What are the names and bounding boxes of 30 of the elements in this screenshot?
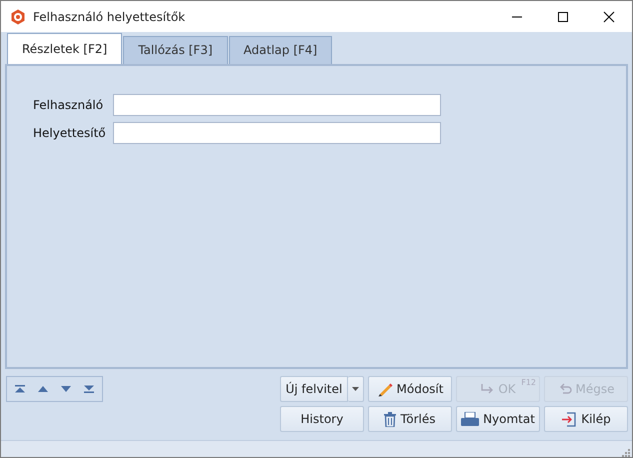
field-label: Helyettesítő (33, 125, 107, 142)
resize-grip-icon[interactable] (620, 449, 630, 457)
dropdown-button[interactable] (348, 376, 364, 402)
new-record-button[interactable]: Új felvitel (280, 376, 348, 402)
next-icon[interactable] (60, 384, 72, 394)
tab[interactable]: Tallózás [F3] (123, 36, 228, 64)
previous-icon[interactable] (37, 384, 49, 394)
exit-icon (561, 412, 578, 426)
enter-icon (480, 383, 494, 395)
tab[interactable]: Részletek [F2] (7, 33, 122, 64)
action-button[interactable]: Kilép (544, 406, 628, 432)
action-button[interactable]: Törlés (368, 406, 452, 432)
caret-icon (352, 387, 359, 391)
close-icon[interactable] (603, 10, 615, 22)
action-button[interactable]: History (280, 406, 364, 432)
undo-icon (558, 383, 572, 395)
action-button[interactable]: Nyomtat (456, 406, 540, 432)
input-field[interactable] (113, 94, 441, 116)
last-record-icon[interactable] (83, 384, 95, 394)
first-record-icon[interactable] (14, 384, 26, 394)
app-logo-icon (10, 8, 26, 24)
window-title: Felhasználó helyettesítők (33, 10, 186, 24)
field-label: Felhasználó (33, 97, 104, 114)
trash-icon (384, 412, 396, 426)
printer-icon (461, 412, 480, 426)
maximize-icon[interactable] (557, 10, 569, 22)
pencil-icon (376, 381, 393, 397)
action-button[interactable]: Módosít (368, 376, 452, 402)
tab[interactable]: Adatlap [F4] (228, 36, 332, 64)
input-field[interactable] (113, 122, 441, 144)
